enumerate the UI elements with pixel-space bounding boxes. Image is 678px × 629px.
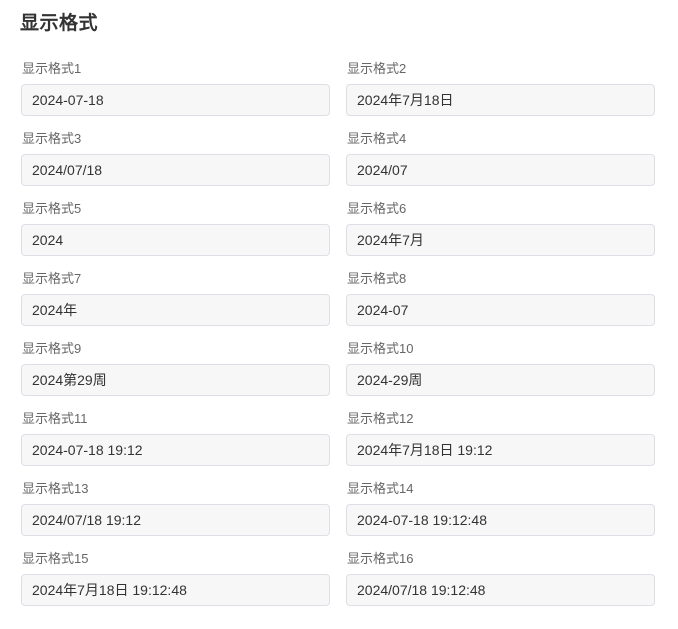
field-format-8: 显示格式8 2024-07 [346, 270, 655, 326]
field-format-1: 显示格式1 2024-07-18 [21, 60, 330, 116]
field-format-10: 显示格式10 2024-29周 [346, 340, 655, 396]
field-label: 显示格式14 [347, 481, 414, 496]
field-format-16: 显示格式16 2024/07/18 19:12:48 [346, 550, 655, 606]
field-format-13: 显示格式13 2024/07/18 19:12 [21, 480, 330, 536]
field-label: 显示格式11 [22, 411, 88, 426]
field-label: 显示格式10 [347, 341, 414, 356]
date-display-input[interactable]: 2024-07-18 19:12:48 [346, 504, 655, 536]
field-label: 显示格式5 [22, 201, 82, 216]
field-label: 显示格式15 [22, 551, 89, 566]
field-label: 显示格式4 [347, 131, 407, 146]
date-display-input[interactable]: 2024/07/18 [21, 154, 330, 186]
date-display-input[interactable]: 2024年7月18日 19:12 [346, 434, 655, 466]
field-format-15: 显示格式15 2024年7月18日 19:12:48 [21, 550, 330, 606]
field-format-9: 显示格式9 2024第29周 [21, 340, 330, 396]
field-format-5: 显示格式5 2024 [21, 200, 330, 256]
field-label: 显示格式6 [347, 201, 407, 216]
date-display-input[interactable]: 2024年7月18日 19:12:48 [21, 574, 330, 606]
field-label: 显示格式3 [22, 131, 82, 146]
field-label: 显示格式8 [347, 271, 407, 286]
field-label: 显示格式7 [22, 271, 82, 286]
field-format-6: 显示格式6 2024年7月 [346, 200, 655, 256]
field-label: 显示格式13 [22, 481, 89, 496]
date-display-input[interactable]: 2024第29周 [21, 364, 330, 396]
field-label: 显示格式1 [22, 61, 82, 76]
field-label: 显示格式12 [347, 411, 414, 426]
field-format-4: 显示格式4 2024/07 [346, 130, 655, 186]
field-format-7: 显示格式7 2024年 [21, 270, 330, 326]
date-display-input[interactable]: 2024 [21, 224, 330, 256]
date-display-input[interactable]: 2024-07 [346, 294, 655, 326]
date-display-input[interactable]: 2024/07/18 19:12:48 [346, 574, 655, 606]
field-label: 显示格式2 [347, 61, 407, 76]
field-format-3: 显示格式3 2024/07/18 [21, 130, 330, 186]
format-grid: 显示格式1 2024-07-18 显示格式2 2024年7月18日 显示格式3 … [21, 60, 655, 606]
field-format-12: 显示格式12 2024年7月18日 19:12 [346, 410, 655, 466]
date-display-input[interactable]: 2024/07 [346, 154, 655, 186]
date-display-input[interactable]: 2024年7月18日 [346, 84, 655, 116]
field-format-14: 显示格式14 2024-07-18 19:12:48 [346, 480, 655, 536]
field-format-11: 显示格式11 2024-07-18 19:12 [21, 410, 330, 466]
field-format-2: 显示格式2 2024年7月18日 [346, 60, 655, 116]
date-display-input[interactable]: 2024-07-18 [21, 84, 330, 116]
date-display-input[interactable]: 2024/07/18 19:12 [21, 504, 330, 536]
date-display-input[interactable]: 2024-29周 [346, 364, 655, 396]
field-label: 显示格式9 [22, 341, 82, 356]
date-display-input[interactable]: 2024年 [21, 294, 330, 326]
page-title: 显示格式 [20, 13, 99, 34]
date-display-input[interactable]: 2024年7月 [346, 224, 655, 256]
date-display-input[interactable]: 2024-07-18 19:12 [21, 434, 330, 466]
field-label: 显示格式16 [347, 551, 414, 566]
